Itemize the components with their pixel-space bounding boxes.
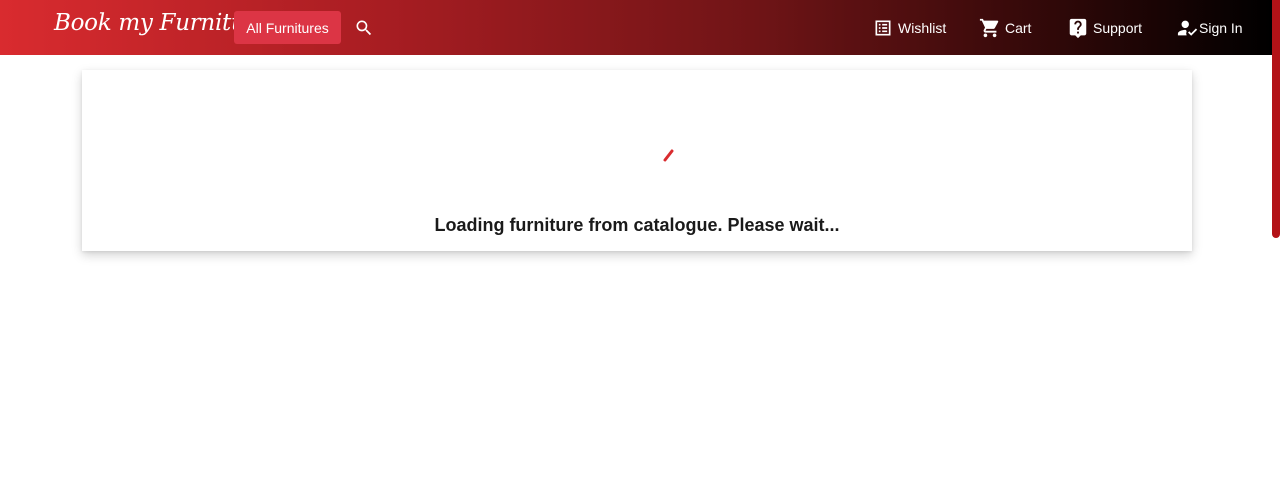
nav-sign-in-label: Sign In	[1199, 20, 1243, 36]
loading-card: Loading furniture from catalogue. Please…	[82, 70, 1192, 251]
person-check-icon	[1177, 17, 1199, 39]
nav-support-label: Support	[1093, 20, 1143, 36]
cart-icon	[979, 17, 1001, 39]
search-icon	[356, 20, 372, 36]
nav-wishlist[interactable]: Wishlist	[872, 17, 946, 39]
nav-cart-label: Cart	[1005, 20, 1032, 36]
loading-spinner-icon	[663, 149, 674, 162]
list-icon	[872, 17, 894, 39]
nav-support[interactable]: Support	[1067, 17, 1142, 39]
all-furnitures-button[interactable]: All Furnitures	[234, 11, 341, 44]
scrollbar-thumb[interactable]	[1272, 0, 1280, 238]
search-button[interactable]	[353, 17, 375, 39]
top-navbar: Book my Furniture All Furnitures Wishlis…	[0, 0, 1272, 55]
loading-message: Loading furniture from catalogue. Please…	[434, 215, 840, 235]
nav-wishlist-label: Wishlist	[898, 20, 947, 36]
nav-sign-in[interactable]: Sign In	[1177, 17, 1243, 39]
help-icon	[1067, 17, 1089, 39]
nav-cart[interactable]: Cart	[979, 17, 1031, 39]
page-scrollbar[interactable]	[1272, 0, 1280, 493]
